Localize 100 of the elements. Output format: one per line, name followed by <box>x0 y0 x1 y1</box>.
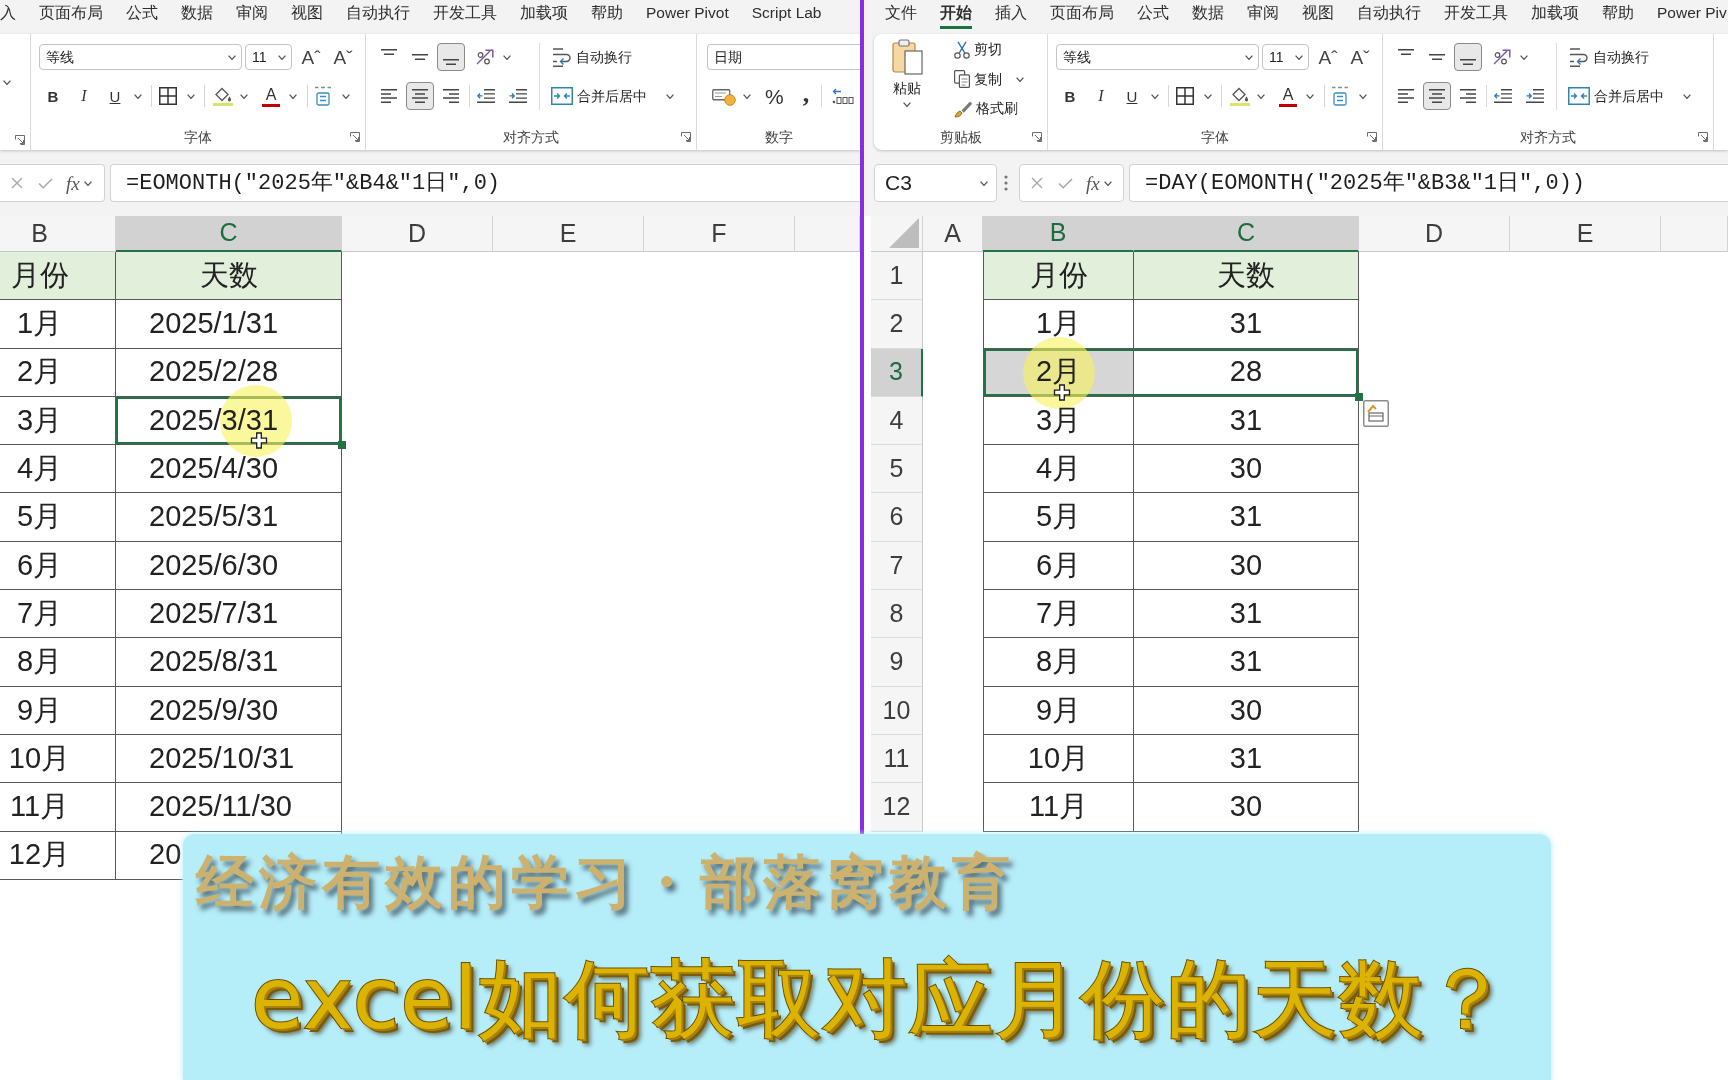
ribbon-tab[interactable]: 自动执行 <box>1357 3 1421 29</box>
paint-bucket-icon[interactable] <box>1230 86 1250 106</box>
italic-button[interactable]: I <box>75 85 93 107</box>
cut-button[interactable]: 剪切 <box>954 34 1002 65</box>
dialog-launcher-icon[interactable] <box>1367 132 1377 142</box>
caret-icon[interactable] <box>1359 93 1367 99</box>
increase-indent-icon[interactable] <box>509 89 527 103</box>
column-header[interactable]: E <box>1510 216 1661 252</box>
caret-icon[interactable] <box>1520 54 1528 60</box>
table-cell[interactable]: 2月 <box>0 348 116 397</box>
table-cell[interactable]: 月份 <box>0 252 116 301</box>
insert-function-button[interactable]: fx <box>66 173 80 193</box>
table-cell[interactable]: 2025/10/31 <box>116 734 342 784</box>
table-cell[interactable]: 30 <box>1134 686 1359 735</box>
caret-icon[interactable] <box>1683 93 1691 99</box>
check-icon[interactable] <box>1058 177 1073 189</box>
table-cell[interactable]: 2025/8/31 <box>116 638 342 687</box>
ribbon-tab[interactable]: 审阅 <box>1247 3 1279 29</box>
ribbon-tab[interactable]: Power Piv <box>1657 3 1727 29</box>
merge-center-button[interactable]: 合并后居中 <box>1568 85 1664 107</box>
caret-icon[interactable] <box>743 93 751 99</box>
font-color-button[interactable]: A <box>262 85 280 107</box>
format-painter-button[interactable]: 格式刷 <box>954 93 1018 124</box>
caret-icon[interactable] <box>1103 180 1112 186</box>
copy-button[interactable]: 复制 <box>954 68 1002 90</box>
ribbon-tab[interactable]: 数据 <box>181 3 213 29</box>
caret-icon[interactable] <box>3 80 11 85</box>
increase-decimal-icon[interactable] <box>832 88 855 104</box>
fill-handle-icon[interactable] <box>338 441 346 450</box>
ribbon-tab[interactable]: 公式 <box>126 3 158 29</box>
formula-field[interactable]: =EOMONTH("2025年"&B4&"1日",0) <box>110 164 860 202</box>
table-cell[interactable]: 3月 <box>0 396 116 446</box>
comma-style-button[interactable]: , <box>802 85 810 107</box>
ribbon-tab[interactable]: 加载项 <box>520 3 568 29</box>
table-cell[interactable]: 7月 <box>983 590 1134 639</box>
column-header[interactable]: E <box>493 216 644 252</box>
row-header[interactable]: 12 <box>871 783 923 832</box>
caret-icon[interactable] <box>1204 93 1212 99</box>
table-cell[interactable]: 31 <box>1134 493 1359 542</box>
column-header[interactable]: D <box>342 216 493 252</box>
ribbon-tab[interactable]: 视图 <box>1302 3 1334 29</box>
table-cell[interactable]: 30 <box>1134 445 1359 494</box>
table-cell[interactable]: 4月 <box>983 445 1134 494</box>
wrap-text-button[interactable]: 自动换行 <box>552 46 632 68</box>
ribbon-tab[interactable]: 开发工具 <box>433 3 497 29</box>
table-cell[interactable]: 10月 <box>983 734 1134 784</box>
table-cell[interactable]: 6月 <box>983 541 1134 591</box>
ribbon-tab[interactable]: 数据 <box>1192 3 1224 29</box>
table-cell[interactable]: 30 <box>1134 783 1359 832</box>
ribbon-tab[interactable]: 文件 <box>885 3 917 29</box>
table-cell[interactable]: 28 <box>1134 348 1359 397</box>
table-cell[interactable]: 9月 <box>0 686 116 735</box>
dialog-launcher-icon[interactable] <box>681 132 691 142</box>
text-box-icon[interactable] <box>315 86 331 106</box>
increase-indent-icon[interactable] <box>1526 89 1544 103</box>
caret-icon[interactable] <box>1257 93 1265 99</box>
column-header[interactable]: F <box>644 216 795 252</box>
table-cell[interactable]: 1月 <box>0 300 116 349</box>
currency-icon[interactable] <box>712 86 736 106</box>
font-size-field[interactable]: 11 <box>1262 44 1309 70</box>
table-cell[interactable]: 2025/9/30 <box>116 686 342 735</box>
caret-icon[interactable] <box>503 54 511 60</box>
shrink-font-button[interactable]: Aˇ <box>331 46 355 68</box>
font-name-field[interactable]: 等线 <box>1056 44 1259 70</box>
text-box-icon[interactable] <box>1332 86 1348 106</box>
table-cell[interactable]: 天数 <box>1134 252 1359 301</box>
dialog-launcher-icon[interactable] <box>350 132 360 142</box>
ribbon-tab[interactable]: Script Lab <box>751 3 822 29</box>
insert-function-button[interactable]: fx <box>1086 173 1100 193</box>
table-cell[interactable]: 7月 <box>0 590 116 639</box>
ribbon-tab[interactable]: 开始 <box>940 3 972 29</box>
ribbon-tab[interactable]: 入 <box>0 3 16 29</box>
table-cell[interactable]: 2025/2/28 <box>116 348 342 397</box>
ribbon-tab[interactable]: 视图 <box>291 3 323 29</box>
wrap-text-button[interactable]: 自动换行 <box>1569 46 1649 68</box>
paint-bucket-icon[interactable] <box>213 86 233 106</box>
table-cell[interactable]: 2025/5/31 <box>116 493 342 542</box>
ribbon-tab[interactable]: 帮助 <box>591 3 623 29</box>
table-cell[interactable]: 31 <box>1134 396 1359 446</box>
font-size-field[interactable]: 11 <box>245 44 292 70</box>
table-cell[interactable]: 5月 <box>983 493 1134 542</box>
row-header[interactable]: 4 <box>871 396 923 446</box>
font-color-button[interactable]: A <box>1279 85 1297 107</box>
row-header[interactable]: 11 <box>871 734 923 784</box>
table-cell[interactable]: 2025/3/31 <box>116 396 342 446</box>
align-button[interactable] <box>1423 82 1451 110</box>
row-header[interactable]: 5 <box>871 445 923 494</box>
table-cell[interactable]: 4月 <box>0 445 116 494</box>
caret-icon[interactable] <box>342 93 350 99</box>
ribbon-tab[interactable]: 插入 <box>995 3 1027 29</box>
bold-button[interactable]: B <box>1061 85 1079 107</box>
table-cell[interactable]: 30 <box>1134 541 1359 591</box>
table-cell[interactable]: 11月 <box>0 783 116 832</box>
border-icon[interactable] <box>159 87 177 105</box>
ribbon-tab[interactable]: 页面布局 <box>1050 3 1114 29</box>
align-button[interactable] <box>406 82 434 110</box>
row-header[interactable]: 7 <box>871 541 923 591</box>
italic-button[interactable]: I <box>1092 85 1110 107</box>
caret-icon[interactable] <box>240 93 248 99</box>
ribbon-tab[interactable]: 帮助 <box>1602 3 1634 29</box>
